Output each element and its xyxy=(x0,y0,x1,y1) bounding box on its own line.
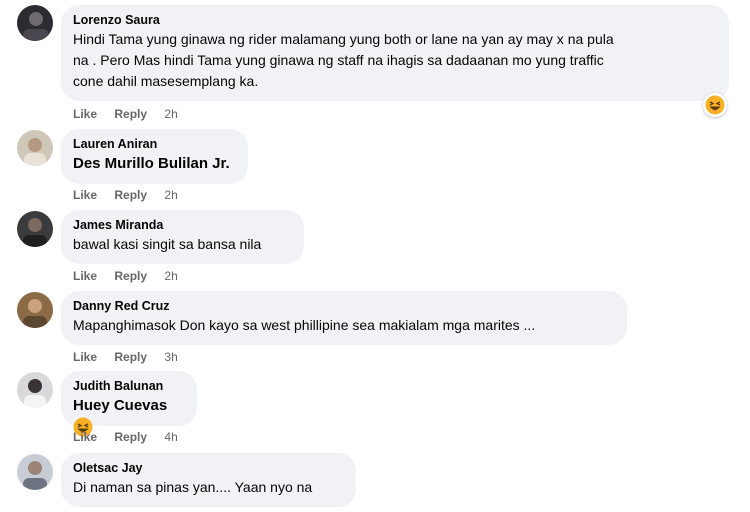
avatar[interactable] xyxy=(17,211,53,247)
reaction-badge[interactable] xyxy=(703,93,727,117)
comment-text-line: na . Pero Mas hindi Tama yung ginawa ng … xyxy=(73,52,604,68)
comment-author[interactable]: Lorenzo Saura xyxy=(73,12,717,28)
avatar[interactable] xyxy=(17,292,53,328)
comment-actions: Like Reply 3h xyxy=(73,350,178,364)
comment-author[interactable]: Lauren Aniran xyxy=(73,136,236,152)
comment-text[interactable]: Des Murillo Bulilan Jr. xyxy=(73,153,236,174)
mentioned-name[interactable]: Huey Cuevas xyxy=(73,397,167,414)
comment-timestamp[interactable]: 2h xyxy=(164,269,177,283)
comment-actions: Like Reply 2h xyxy=(73,269,178,283)
comment-text: Hindi Tama yung ginawa ng rider malamang… xyxy=(73,29,717,92)
avatar[interactable] xyxy=(17,5,53,41)
comment-actions: Like Reply 4h xyxy=(73,430,178,444)
comment-text-line: Hindi Tama yung ginawa ng rider malamang… xyxy=(73,31,614,47)
comment-bubble: Danny Red Cruz Mapanghimasok Don kayo sa… xyxy=(61,291,627,345)
comment-timestamp[interactable]: 4h xyxy=(164,430,177,444)
comment-text: Di naman sa pinas yan.... Yaan nyo na xyxy=(73,479,313,495)
like-button[interactable]: Like xyxy=(73,430,97,444)
avatar[interactable] xyxy=(17,372,53,408)
reply-button[interactable]: Reply xyxy=(114,188,147,202)
comment-text-line: cone dahil masesemplang ka. xyxy=(73,73,259,89)
avatar[interactable] xyxy=(17,130,53,166)
comment-bubble: Judith Balunan Huey Cuevas xyxy=(61,371,197,437)
comment-author[interactable]: Oletsac Jay xyxy=(73,460,344,476)
comments-feed: Lorenzo Saura Hindi Tama yung ginawa ng … xyxy=(0,0,750,512)
reply-button[interactable]: Reply xyxy=(114,430,147,444)
comment-actions: Like Reply 2h xyxy=(73,107,178,121)
reply-button[interactable]: Reply xyxy=(114,350,147,364)
comment-bubble: Lauren Aniran Des Murillo Bulilan Jr. xyxy=(61,129,248,184)
comment-bubble: Oletsac Jay Di naman sa pinas yan.... Ya… xyxy=(61,453,356,507)
comment-timestamp[interactable]: 2h xyxy=(164,107,177,121)
like-button[interactable]: Like xyxy=(73,188,97,202)
comment-author[interactable]: Danny Red Cruz xyxy=(73,298,615,314)
reply-button[interactable]: Reply xyxy=(114,107,147,121)
comment-author[interactable]: Judith Balunan xyxy=(73,378,185,394)
comment-actions: Like Reply 2h xyxy=(73,188,178,202)
like-button[interactable]: Like xyxy=(73,350,97,364)
like-button[interactable]: Like xyxy=(73,269,97,283)
avatar[interactable] xyxy=(17,454,53,490)
comment-bubble: Lorenzo Saura Hindi Tama yung ginawa ng … xyxy=(61,5,729,101)
like-button[interactable]: Like xyxy=(73,107,97,121)
comment-author[interactable]: James Miranda xyxy=(73,217,292,233)
comment-timestamp[interactable]: 2h xyxy=(164,188,177,202)
haha-emoji-icon xyxy=(703,95,727,115)
reply-button[interactable]: Reply xyxy=(114,269,147,283)
comment-text: Mapanghimasok Don kayo sa west phillipin… xyxy=(73,317,536,333)
comment-text: bawal kasi singit sa bansa nila xyxy=(73,236,262,252)
comment-timestamp[interactable]: 3h xyxy=(164,350,177,364)
comment-bubble: James Miranda bawal kasi singit sa bansa… xyxy=(61,210,304,264)
